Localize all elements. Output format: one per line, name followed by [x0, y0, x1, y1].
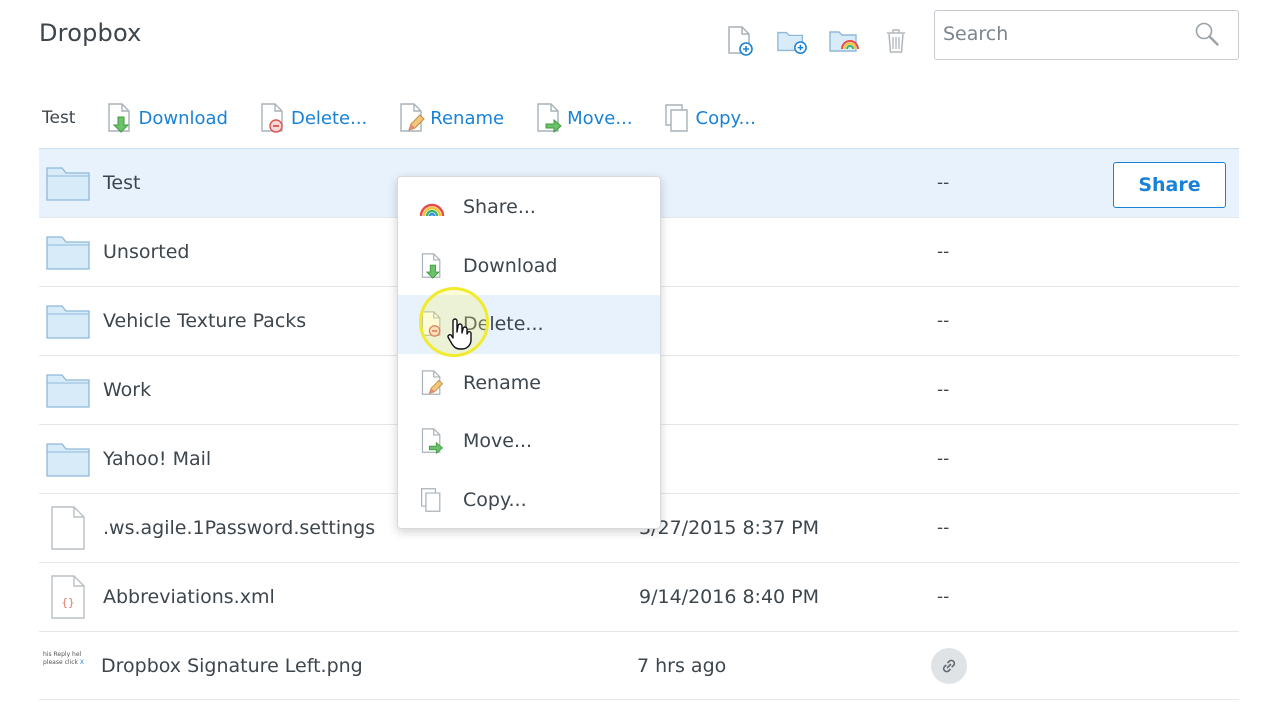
delete-icon — [417, 309, 447, 339]
search-icon[interactable] — [1194, 21, 1220, 47]
move-label: Move... — [567, 107, 633, 129]
file-members: -- — [937, 518, 950, 538]
shared-link-button[interactable] — [931, 647, 967, 684]
menu-item-delete[interactable]: Delete... — [398, 295, 660, 354]
download-action[interactable]: Download — [105, 102, 228, 134]
menu-item-label: Rename — [463, 371, 541, 394]
download-label: Download — [138, 107, 228, 129]
file-modified: 7 hrs ago — [637, 654, 727, 677]
image-thumbnail: his Reply hel please click X — [43, 646, 89, 686]
folder-icon — [45, 232, 91, 272]
app-title: Dropbox — [39, 19, 142, 47]
menu-item-rename[interactable]: Rename — [398, 354, 660, 413]
menu-item-label: Delete... — [463, 313, 544, 336]
new-folder-icon[interactable] — [776, 25, 808, 57]
trash-icon[interactable] — [880, 25, 912, 57]
download-icon — [108, 103, 131, 133]
top-toolbar — [724, 25, 912, 57]
menu-item-label: Copy... — [463, 488, 527, 511]
menu-item-copy[interactable]: Copy... — [398, 471, 660, 530]
copy-action[interactable]: Copy... — [663, 102, 756, 134]
folder-icon — [45, 370, 91, 410]
rename-action[interactable]: Rename — [397, 102, 504, 134]
shared-folder-icon[interactable] — [828, 25, 860, 57]
delete-label: Delete... — [290, 107, 368, 129]
delete-action[interactable]: Delete... — [258, 102, 367, 134]
file-name[interactable]: Abbreviations.xml — [103, 586, 639, 608]
menu-item-share[interactable]: Share... — [398, 178, 660, 237]
rename-icon — [417, 368, 447, 398]
xml-file-icon: {} — [45, 575, 91, 619]
rename-label: Rename — [430, 107, 505, 129]
copy-icon — [664, 104, 688, 132]
thumbnail-line-1: his Reply hel — [43, 650, 82, 658]
menu-item-label: Share... — [463, 196, 536, 219]
file-icon — [45, 506, 91, 550]
folder-icon — [45, 163, 91, 203]
file-modified: 3/27/2015 8:37 PM — [639, 517, 820, 539]
action-bar: Test Download Delete... Rename Move... C… — [42, 100, 786, 136]
move-action[interactable]: Move... — [534, 102, 633, 134]
copy-icon — [417, 485, 447, 515]
move-icon — [417, 426, 447, 456]
file-modified: 9/14/2016 8:40 PM — [639, 586, 820, 608]
folder-icon — [45, 439, 91, 479]
rename-icon — [400, 103, 426, 132]
file-members: -- — [937, 380, 950, 400]
folder-icon — [45, 301, 91, 341]
selected-item-name: Test — [42, 108, 76, 128]
menu-item-move[interactable]: Move... — [398, 412, 660, 471]
link-icon — [942, 659, 956, 672]
context-menu: Share... Download Delete... Rename Move.… — [397, 176, 661, 529]
menu-item-label: Move... — [463, 430, 533, 453]
move-icon — [537, 103, 562, 134]
share-button[interactable]: Share — [1113, 162, 1226, 208]
file-members: -- — [937, 242, 950, 262]
svg-text:{}: {} — [61, 596, 74, 609]
file-name[interactable]: Dropbox Signature Left.png — [101, 655, 637, 677]
upload-file-icon[interactable] — [724, 25, 756, 57]
search-input[interactable] — [935, 11, 1175, 57]
download-icon — [417, 251, 447, 281]
copy-label: Copy... — [695, 107, 756, 129]
menu-item-label: Download — [463, 254, 558, 277]
search-box[interactable] — [934, 10, 1239, 60]
table-row[interactable]: his Reply hel please click X Dropbox Sig… — [39, 631, 1239, 700]
thumbnail-line-2: please click — [43, 658, 78, 666]
file-members: -- — [937, 311, 950, 331]
menu-item-download[interactable]: Download — [398, 237, 660, 296]
rainbow-share-icon — [417, 192, 447, 222]
delete-icon — [261, 103, 283, 133]
file-members: -- — [937, 449, 950, 469]
table-row[interactable]: {} Abbreviations.xml 9/14/2016 8:40 PM -… — [39, 562, 1239, 631]
file-members: -- — [937, 173, 950, 193]
file-members: -- — [937, 587, 950, 607]
thumbnail-link: X — [79, 658, 85, 666]
